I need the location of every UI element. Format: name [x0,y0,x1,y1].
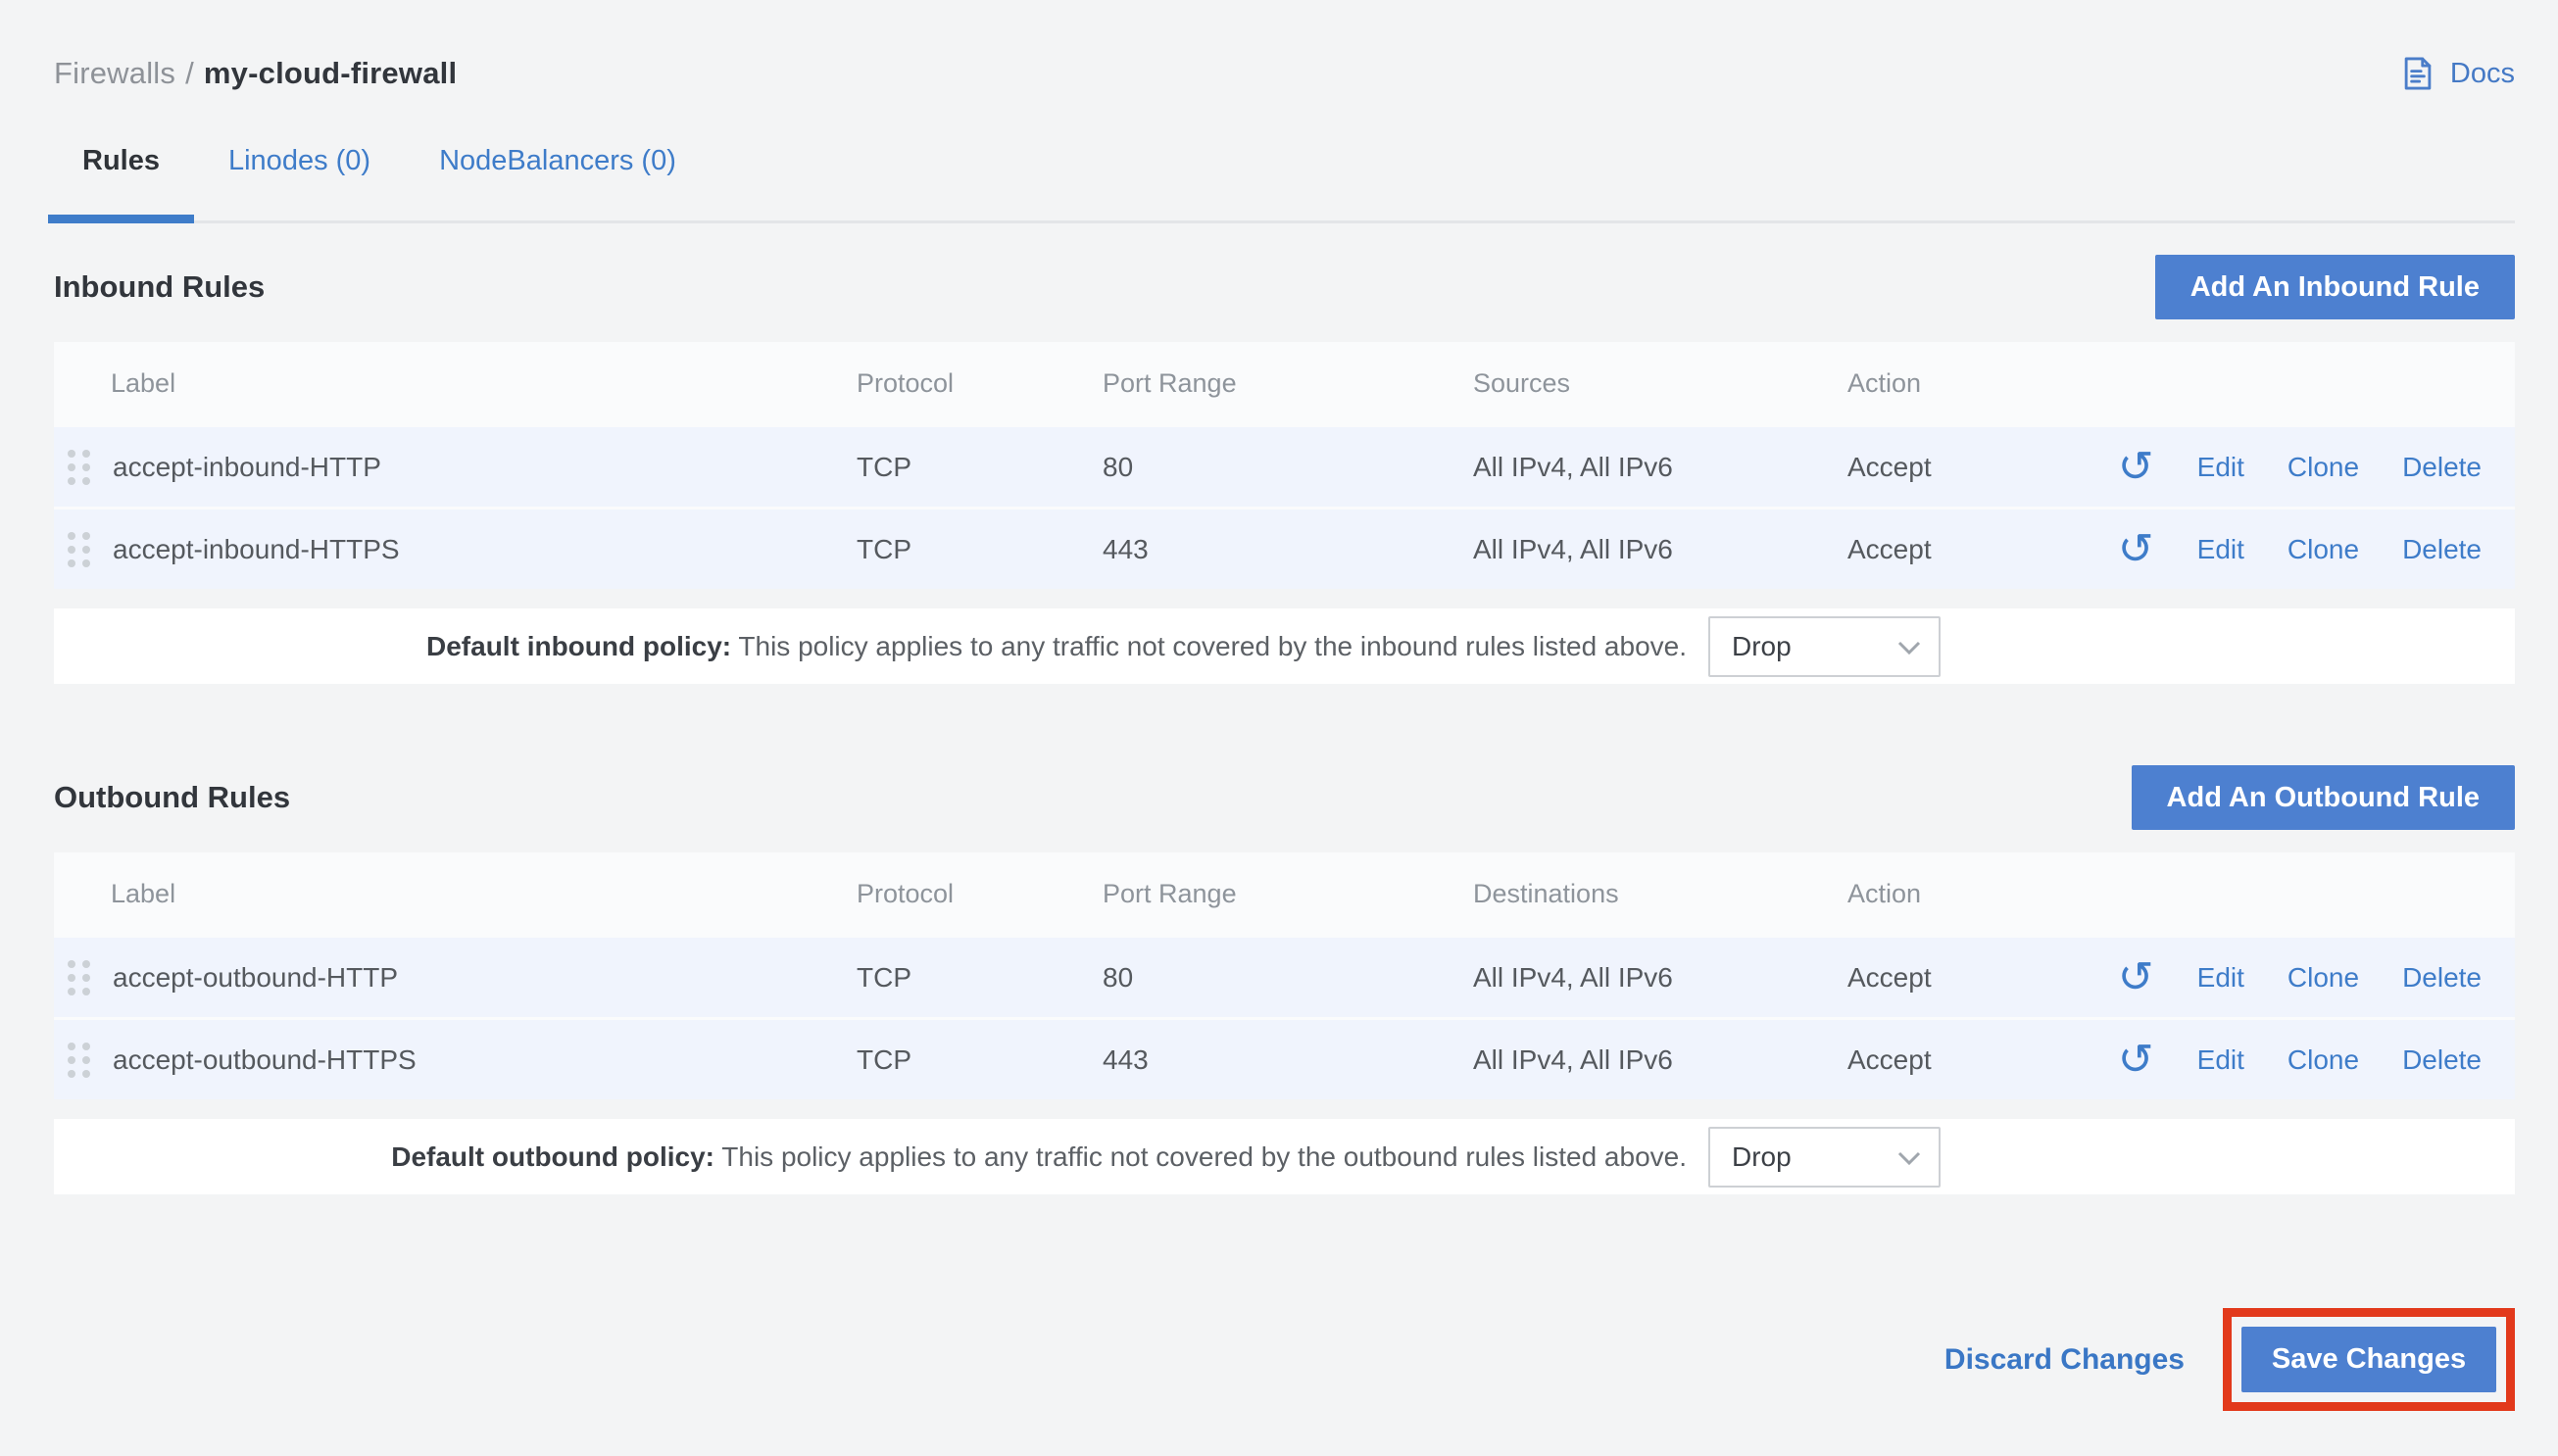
default-outbound-policy-description: This policy applies to any traffic not c… [721,1141,1687,1172]
selected-policy-value: Drop [1732,631,1792,662]
rule-port-range: 443 [1103,534,1473,565]
tab-rules[interactable]: Rules [48,129,194,220]
inbound-rules-section: Inbound Rules Add An Inbound Rule Label … [54,255,2515,684]
table-row: accept-inbound-HTTP TCP 80 All IPv4, All… [54,424,2515,507]
edit-link[interactable]: Edit [2197,1044,2244,1076]
default-inbound-policy-text: Default inbound policy: This policy appl… [426,631,1687,662]
rule-port-range: 80 [1103,452,1473,483]
delete-link[interactable]: Delete [2402,534,2482,565]
add-outbound-rule-button[interactable]: Add An Outbound Rule [2132,765,2515,830]
rule-protocol: TCP [857,962,1103,994]
firewall-detail-page: Firewalls / my-cloud-firewall Docs Rules L… [0,0,2558,1456]
column-header-label: Label [54,879,857,909]
delete-link[interactable]: Delete [2402,452,2482,483]
undo-icon[interactable]: ↺ [2118,448,2154,487]
table-row: accept-outbound-HTTPS TCP 443 All IPv4, … [54,1017,2515,1099]
inbound-rules-table: Label Protocol Port Range Sources Action… [54,342,2515,684]
column-header-protocol: Protocol [857,879,1103,909]
delete-link[interactable]: Delete [2402,962,2482,994]
undo-icon[interactable]: ↺ [2118,958,2154,997]
default-inbound-policy-select[interactable]: Drop [1708,616,1941,677]
default-inbound-policy-row: Default inbound policy: This policy appl… [54,608,2515,684]
rule-sources: All IPv4, All IPv6 [1473,452,1847,483]
chevron-down-icon [1897,631,1921,662]
column-header-label: Label [54,368,857,399]
breadcrumb-firewalls-link[interactable]: Firewalls [54,56,175,90]
outbound-rules-table: Label Protocol Port Range Destinations A… [54,852,2515,1194]
outbound-rules-title: Outbound Rules [54,780,290,815]
inbound-table-header: Label Protocol Port Range Sources Action [54,342,2515,424]
docs-label: Docs [2450,58,2515,90]
rule-action: Accept [1847,962,2034,994]
rule-protocol: TCP [857,534,1103,565]
default-outbound-policy-label: Default outbound policy: [391,1141,714,1172]
delete-link[interactable]: Delete [2402,1044,2482,1076]
column-header-destinations: Destinations [1473,879,1847,909]
highlight-annotation-box: Save Changes [2223,1308,2515,1411]
drag-handle-icon[interactable] [68,960,90,995]
rule-protocol: TCP [857,1044,1103,1076]
rule-port-range: 443 [1103,1044,1473,1076]
clone-link[interactable]: Clone [2287,962,2359,994]
tab-bar: Rules Linodes (0) NodeBalancers (0) [48,129,2515,223]
page-header: Firewalls / my-cloud-firewall Docs [54,0,2515,102]
tab-linodes[interactable]: Linodes (0) [194,129,405,220]
form-actions: Discard Changes Save Changes [54,1308,2515,1411]
edit-link[interactable]: Edit [2197,962,2244,994]
rule-action: Accept [1847,452,2034,483]
breadcrumb-firewall-name: my-cloud-firewall [204,56,457,90]
docs-icon [2399,54,2436,93]
clone-link[interactable]: Clone [2287,534,2359,565]
clone-link[interactable]: Clone [2287,1044,2359,1076]
save-changes-button[interactable]: Save Changes [2241,1327,2496,1392]
inbound-rules-title: Inbound Rules [54,269,265,305]
tab-nodebalancers[interactable]: NodeBalancers (0) [405,129,711,220]
default-outbound-policy-select[interactable]: Drop [1708,1127,1941,1188]
outbound-rules-section: Outbound Rules Add An Outbound Rule Labe… [54,765,2515,1194]
column-header-port-range: Port Range [1103,368,1473,399]
rule-destinations: All IPv4, All IPv6 [1473,962,1847,994]
edit-link[interactable]: Edit [2197,534,2244,565]
undo-icon[interactable]: ↺ [2118,530,2154,569]
selected-policy-value: Drop [1732,1141,1792,1173]
rule-label: accept-outbound-HTTP [113,962,398,994]
drag-handle-icon[interactable] [68,450,90,485]
rule-protocol: TCP [857,452,1103,483]
add-inbound-rule-button[interactable]: Add An Inbound Rule [2155,255,2515,319]
rule-destinations: All IPv4, All IPv6 [1473,1044,1847,1076]
chevron-down-icon [1897,1141,1921,1173]
drag-handle-icon[interactable] [68,1043,90,1078]
clone-link[interactable]: Clone [2287,452,2359,483]
rule-label: accept-outbound-HTTPS [113,1044,417,1076]
column-header-port-range: Port Range [1103,879,1473,909]
breadcrumb-separator: / [185,56,194,90]
column-header-sources: Sources [1473,368,1847,399]
default-outbound-policy-text: Default outbound policy: This policy app… [391,1141,1687,1173]
table-row: accept-inbound-HTTPS TCP 443 All IPv4, A… [54,507,2515,589]
default-inbound-policy-label: Default inbound policy: [426,631,731,661]
column-header-action: Action [1847,879,2034,909]
undo-icon[interactable]: ↺ [2118,1041,2154,1080]
rule-label: accept-inbound-HTTPS [113,534,400,565]
outbound-table-header: Label Protocol Port Range Destinations A… [54,852,2515,935]
breadcrumb: Firewalls / my-cloud-firewall [54,56,457,91]
column-header-action: Action [1847,368,2034,399]
column-header-protocol: Protocol [857,368,1103,399]
rule-action: Accept [1847,1044,2034,1076]
table-row: accept-outbound-HTTP TCP 80 All IPv4, Al… [54,935,2515,1017]
rule-sources: All IPv4, All IPv6 [1473,534,1847,565]
edit-link[interactable]: Edit [2197,452,2244,483]
rule-action: Accept [1847,534,2034,565]
discard-changes-link[interactable]: Discard Changes [1944,1343,2185,1377]
rule-label: accept-inbound-HTTP [113,452,381,483]
rule-port-range: 80 [1103,962,1473,994]
default-outbound-policy-row: Default outbound policy: This policy app… [54,1119,2515,1194]
drag-handle-icon[interactable] [68,532,90,567]
docs-link[interactable]: Docs [2399,54,2515,93]
default-inbound-policy-description: This policy applies to any traffic not c… [738,631,1687,661]
